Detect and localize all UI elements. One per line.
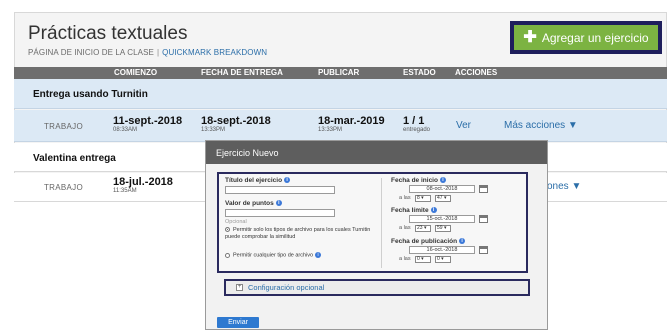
page-title: Prácticas textuales bbox=[28, 23, 188, 44]
status-count: 1 / 1 bbox=[403, 115, 425, 127]
publish-date-input[interactable]: 16-oct.-2018 bbox=[409, 246, 475, 254]
assignment-title-2[interactable]: Valentina entrega bbox=[33, 153, 116, 164]
add-assignment-highlight: ✚ Agregar un ejercicio bbox=[510, 21, 662, 54]
col-header-due: FECHA DE ENTREGA bbox=[201, 68, 283, 77]
add-assignment-button[interactable]: ✚ Agregar un ejercicio bbox=[514, 25, 658, 50]
publish-minute-value: 0 bbox=[437, 256, 440, 262]
radio-unselected-icon bbox=[225, 252, 230, 258]
start-date-cell: 11-sept.-2018 08:33AM bbox=[113, 115, 183, 134]
publish-hour-select[interactable]: 0 ▾ bbox=[415, 256, 431, 263]
due-date-label-text: Fecha límite bbox=[391, 207, 429, 214]
title-label: Título del ejercicio i bbox=[225, 177, 291, 184]
assignment-row-title[interactable]: Entrega usando Turnitin bbox=[14, 79, 667, 109]
form-divider bbox=[381, 178, 382, 268]
optional-settings-label[interactable]: Configuración opcional bbox=[248, 283, 324, 292]
start-date-input[interactable]: 08-oct.-2018 bbox=[409, 185, 475, 193]
publish-date: 18-mar.-2019 bbox=[318, 115, 385, 127]
view-link[interactable]: Ver bbox=[456, 120, 471, 131]
radio-any-type-label: Permitir cualquier tipo de archivo bbox=[233, 252, 314, 259]
points-label-text: Valor de puntos bbox=[225, 200, 274, 207]
breadcrumb-quickmark-link[interactable]: QUICKMARK BREAKDOWN bbox=[162, 48, 267, 57]
due-date: 18-sept.-2018 bbox=[201, 115, 271, 127]
start-time-2: 11:35AM bbox=[113, 188, 137, 194]
breadcrumb-separator: | bbox=[156, 48, 160, 57]
assignment-type-2: TRABAJO bbox=[44, 183, 83, 192]
info-icon[interactable]: i bbox=[439, 177, 446, 184]
expand-icon[interactable]: + bbox=[236, 284, 243, 291]
col-header-start: COMIENZO bbox=[114, 68, 158, 77]
radio-any-type[interactable]: Permitir cualquier tipo de archivo i bbox=[225, 252, 375, 259]
start-date-cell-2: 18-jul.-2018 11:35AM bbox=[113, 176, 173, 195]
caret-down-icon: ▼ bbox=[567, 120, 578, 131]
optional-hint: Opcional bbox=[225, 219, 247, 225]
start-date-label-text: Fecha de inicio bbox=[391, 177, 438, 184]
due-hour-value: 23 bbox=[417, 225, 423, 231]
due-at-label: a las bbox=[399, 225, 411, 231]
due-date-label: Fecha límite i bbox=[391, 207, 437, 214]
info-icon[interactable]: i bbox=[315, 252, 322, 258]
col-header-publish: PUBLICAR bbox=[318, 68, 360, 77]
publish-minute-select[interactable]: 0 ▾ bbox=[435, 256, 451, 263]
publish-date-label: Fecha de publicación i bbox=[391, 238, 466, 245]
publish-hour-value: 0 bbox=[417, 256, 420, 262]
more-actions-label: Más acciones bbox=[504, 120, 566, 131]
due-minute-select[interactable]: 59 ▾ bbox=[435, 225, 451, 232]
due-date-cell: 18-sept.-2018 13:33PM bbox=[201, 115, 271, 134]
start-time: 08:33AM bbox=[113, 127, 138, 133]
modal-title: Ejercicio Nuevo bbox=[206, 141, 547, 164]
start-date-label: Fecha de inicio i bbox=[391, 177, 446, 184]
start-date: 11-sept.-2018 bbox=[113, 115, 183, 127]
modal-body: Título del ejercicio i Valor de puntos i O… bbox=[206, 164, 547, 329]
optional-settings-toggle[interactable]: + Configuración opcional bbox=[224, 279, 530, 296]
submit-button[interactable]: Enviar bbox=[217, 317, 259, 328]
breadcrumb-home[interactable]: PÁGINA DE INICIO DE LA CLASE bbox=[28, 48, 154, 57]
radio-turnitin-types-label: Permitir solo los tipos de archivo para … bbox=[225, 227, 371, 240]
more-actions-link[interactable]: Más acciones ▼ bbox=[504, 120, 578, 131]
assignment-title[interactable]: Entrega usando Turnitin bbox=[33, 89, 148, 100]
points-input[interactable] bbox=[225, 209, 335, 217]
start-at-label: a las bbox=[399, 195, 411, 201]
assignment-type: TRABAJO bbox=[44, 122, 83, 131]
due-date-input[interactable]: 15-oct.-2018 bbox=[409, 215, 475, 223]
info-icon[interactable]: i bbox=[275, 200, 282, 207]
col-header-actions: ACCIONES bbox=[455, 68, 498, 77]
info-icon[interactable]: i bbox=[459, 238, 466, 245]
caret-down-icon: ▼ bbox=[571, 181, 582, 192]
add-assignment-label: Agregar un ejercicio bbox=[541, 30, 649, 45]
publish-date-label-text: Fecha de publicación bbox=[391, 238, 458, 245]
more-actions-link-2[interactable]: ones ▼ bbox=[547, 181, 581, 192]
start-minute-value: 47 bbox=[437, 195, 443, 201]
new-assignment-modal: Ejercicio Nuevo Título del ejercicio i Va… bbox=[205, 140, 548, 330]
points-label: Valor de puntos i bbox=[225, 200, 282, 207]
due-time: 13:33PM bbox=[201, 127, 226, 133]
calendar-icon[interactable] bbox=[479, 215, 488, 223]
info-icon[interactable]: i bbox=[430, 207, 437, 214]
status-cell: 1 / 1 entregado bbox=[403, 115, 431, 134]
page: Prácticas textuales PÁGINA DE INICIO DE … bbox=[0, 0, 667, 330]
more-actions-label-2: ones bbox=[547, 181, 569, 192]
calendar-icon[interactable] bbox=[479, 185, 488, 193]
radio-selected-icon bbox=[225, 227, 230, 233]
breadcrumb: PÁGINA DE INICIO DE LA CLASE | QUICKMARK B… bbox=[28, 48, 267, 57]
publish-time: 13:33PM bbox=[318, 127, 343, 133]
start-date-2: 18-jul.-2018 bbox=[113, 176, 173, 188]
title-label-text: Título del ejercicio bbox=[225, 177, 283, 184]
plus-icon: ✚ bbox=[523, 28, 537, 46]
info-icon[interactable]: i bbox=[284, 177, 291, 184]
assignment-row-detail: TRABAJO 11-sept.-2018 08:33AM 18-sept.-2… bbox=[14, 110, 667, 142]
title-input[interactable] bbox=[225, 186, 335, 194]
start-hour-select[interactable]: 8 ▾ bbox=[415, 195, 431, 202]
start-hour-value: 8 bbox=[417, 195, 420, 201]
publish-at-label: a las bbox=[399, 256, 411, 262]
radio-turnitin-types[interactable]: Permitir solo los tipos de archivo para … bbox=[225, 227, 375, 241]
assignment-form: Título del ejercicio i Valor de puntos i O… bbox=[217, 172, 528, 273]
col-header-status: ESTADO bbox=[403, 68, 436, 77]
status-label: entregado bbox=[403, 127, 431, 133]
table-header: COMIENZO FECHA DE ENTREGA PUBLICAR ESTAD… bbox=[14, 67, 667, 79]
due-minute-value: 59 bbox=[437, 225, 443, 231]
publish-date-cell: 18-mar.-2019 13:33PM bbox=[318, 115, 385, 134]
calendar-icon[interactable] bbox=[479, 246, 488, 254]
due-hour-select[interactable]: 23 ▾ bbox=[415, 225, 431, 232]
start-minute-select[interactable]: 47 ▾ bbox=[435, 195, 451, 202]
